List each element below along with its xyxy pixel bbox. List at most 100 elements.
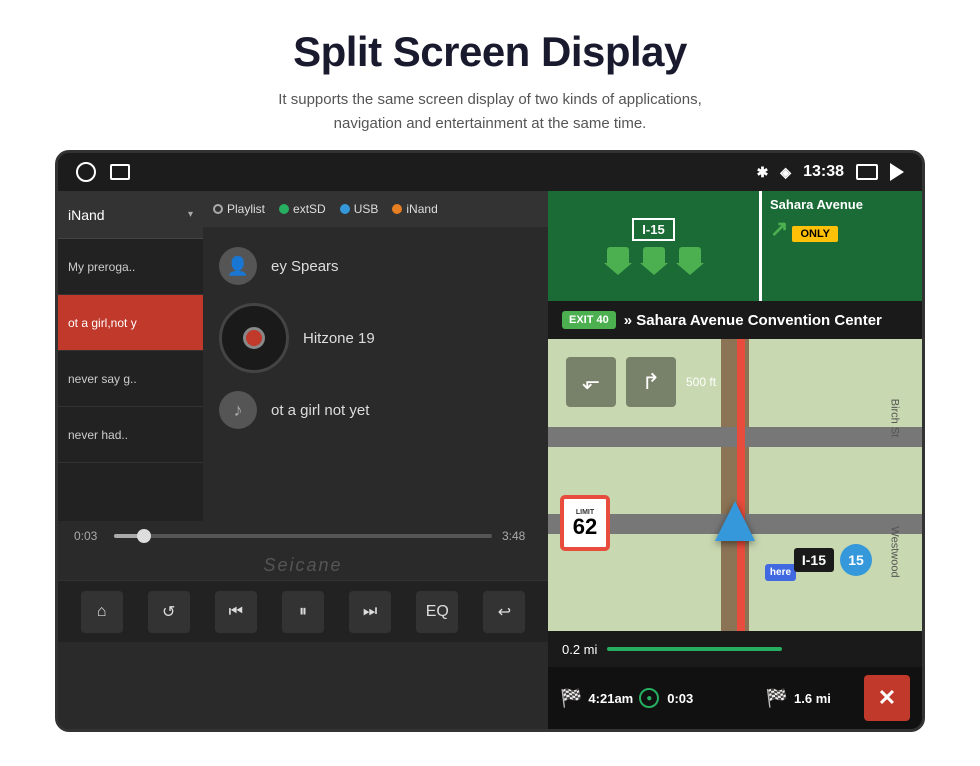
image-icon: [110, 164, 130, 180]
watermark: Seicane: [58, 551, 548, 580]
radio-usb-icon: [340, 204, 350, 214]
playback-bar: ⌂ ↺ ⏮ ⏸ ⏭ EQ ↩: [58, 580, 548, 642]
route-line: [737, 339, 745, 631]
dist-text: 0.2 mi: [562, 642, 597, 657]
status-left-icons: [76, 162, 130, 182]
playlist-item-3[interactable]: never say g..: [58, 351, 203, 407]
only-badge: ONLY: [792, 226, 838, 242]
arrow-down-3: [676, 247, 704, 275]
speed-limit-sign: LIMIT 62: [560, 495, 610, 551]
nav-triangle-icon: [715, 501, 755, 541]
split-screen: iNand ▾ My preroga.. ot a girl,not y nev…: [58, 191, 922, 729]
page-header: Split Screen Display It supports the sam…: [0, 0, 980, 150]
album-art-center: [243, 327, 265, 349]
elapsed-item: 0:03: [667, 691, 757, 706]
playlist-item-2[interactable]: ot a girl,not y: [58, 295, 203, 351]
highway-shield-area: I-15 15: [794, 544, 872, 576]
shield-15: 15: [840, 544, 872, 576]
back-icon: ↩: [498, 602, 511, 622]
album-name: Hitzone 19: [303, 330, 375, 347]
distance-bar: 0.2 mi: [548, 631, 922, 667]
bluetooth-icon: ✱: [757, 164, 769, 181]
dist-500ft: 500 ft: [686, 375, 716, 389]
music-top: iNand ▾ My preroga.. ot a girl,not y nev…: [58, 191, 548, 521]
source-dropdown-text: iNand: [68, 207, 182, 223]
prev-button[interactable]: ⏮: [215, 591, 257, 633]
distance-item: 🏁 1.6 mi: [766, 688, 856, 709]
source-playlist[interactable]: Playlist: [213, 202, 265, 216]
home-button[interactable]: ⌂: [81, 591, 123, 633]
flag-start-icon: 🏁: [560, 688, 582, 709]
location-icon: ◈: [780, 164, 791, 181]
highway-sign-left: I-15: [548, 191, 762, 301]
eq-label: EQ: [426, 603, 449, 621]
prev-icon: ⏮: [229, 603, 243, 621]
music-center: Playlist extSD USB iNand: [203, 191, 548, 521]
album-row: Hitzone 19: [219, 303, 532, 373]
arrow-down-2: [640, 247, 668, 275]
source-dropdown[interactable]: iNand ▾: [58, 191, 203, 239]
exit-badge: EXIT 40: [562, 311, 616, 329]
dist-green-bar: [607, 647, 781, 651]
pause-button[interactable]: ⏸: [282, 591, 324, 633]
turn-icons-area: ⬐ ↱ 500 ft: [566, 357, 716, 407]
pause-icon: ⏸: [299, 603, 307, 621]
source-inand[interactable]: iNand: [392, 202, 437, 216]
progress-thumb[interactable]: [137, 529, 151, 543]
time-elapsed: 0:03: [74, 529, 104, 543]
bottom-nav-row: 🏁 4:21am ● 0:03 🏁 1.6 mi ✕: [548, 667, 922, 729]
diag-arrow-icon: ↗: [770, 216, 788, 242]
album-art: [219, 303, 289, 373]
birch-st-label: Birch St: [889, 399, 901, 438]
back-button[interactable]: ↩: [483, 591, 525, 633]
screen-icon: [856, 164, 878, 180]
here-logo: here: [765, 564, 796, 581]
repeat-button[interactable]: ↺: [148, 591, 190, 633]
track-name: ot a girl not yet: [271, 402, 369, 419]
sahara-avenue-text: Sahara Avenue: [770, 197, 863, 212]
playlist-sidebar: iNand ▾ My preroga.. ot a girl,not y nev…: [58, 191, 203, 521]
eta-text: 4:21am: [588, 691, 633, 706]
artist-row: 👤 ey Spears: [219, 247, 532, 285]
source-usb[interactable]: USB: [340, 202, 379, 216]
repeat-icon: ↺: [162, 602, 175, 622]
close-nav-button[interactable]: ✕: [864, 675, 910, 721]
time-total: 3:48: [502, 529, 532, 543]
artist-icon: 👤: [219, 247, 257, 285]
playlist-item-4[interactable]: never had..: [58, 407, 203, 463]
music-note-icon: ♪: [219, 391, 257, 429]
status-bar: ✱ ◈ 13:38: [58, 153, 922, 191]
only-arrow: ↗ ONLY: [770, 216, 838, 242]
circle-icon: [76, 162, 96, 182]
highway-number: I-15: [632, 218, 674, 241]
playlist-item-1[interactable]: My preroga..: [58, 239, 203, 295]
nav-info-bar: EXIT 40 » Sahara Avenue Convention Cente…: [548, 301, 922, 339]
progress-area: 0:03 3:48: [58, 521, 548, 551]
map-area[interactable]: ⬐ ↱ 500 ft here LIMIT 62: [548, 339, 922, 631]
source-bar: Playlist extSD USB iNand: [203, 191, 548, 227]
speed-number: 62: [573, 516, 597, 538]
turn-icon-2: ↱: [626, 357, 676, 407]
music-panel: iNand ▾ My preroga.. ot a girl,not y nev…: [58, 191, 548, 729]
next-button[interactable]: ⏭: [349, 591, 391, 633]
elapsed-text: 0:03: [667, 691, 693, 706]
highway-sign-right: Sahara Avenue ↗ ONLY: [762, 191, 922, 301]
highway-arrows: [604, 247, 704, 275]
clock-icon: ●: [639, 688, 659, 708]
eta-item: 🏁 4:21am ●: [560, 688, 659, 709]
source-extsd[interactable]: extSD: [279, 202, 326, 216]
eq-button[interactable]: EQ: [416, 591, 458, 633]
progress-bar[interactable]: [114, 534, 492, 538]
westwood-label: Westwood: [888, 526, 900, 577]
page-subtitle: It supports the same screen display of t…: [20, 88, 960, 136]
highway-sign-area: I-15: [548, 191, 922, 301]
back-arrow-icon[interactable]: [890, 163, 904, 181]
next-icon: ⏭: [363, 603, 377, 621]
radio-extsd-icon: [279, 204, 289, 214]
radio-playlist-icon: [213, 204, 223, 214]
distance-text: 1.6 mi: [794, 691, 831, 706]
speed-box: LIMIT 62: [560, 495, 610, 551]
nav-panel: I-15: [548, 191, 922, 729]
chevron-down-icon: ▾: [188, 209, 193, 220]
status-time: 13:38: [803, 163, 844, 181]
